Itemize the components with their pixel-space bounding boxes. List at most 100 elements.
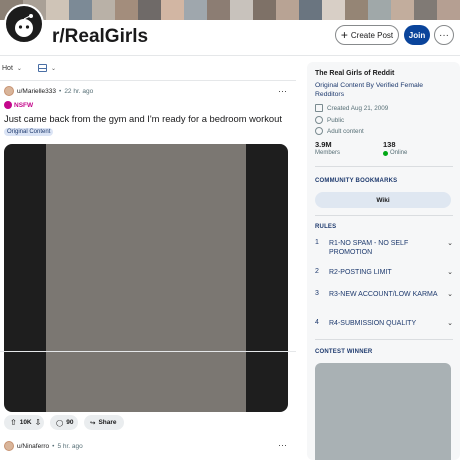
card-view-icon[interactable] <box>37 64 47 72</box>
rule-item[interactable]: 3 R3-NEW ACCOUNT/LOW KARMA ⌄ <box>315 290 453 299</box>
plus-icon: + <box>340 28 348 42</box>
rule-number: 2 <box>315 268 319 275</box>
banner-tile <box>115 0 138 20</box>
content-type-row: Adult content <box>315 127 364 135</box>
sidebar-divider <box>315 215 453 216</box>
nsfw-label: NSFW <box>14 101 34 109</box>
banner-tile <box>230 0 253 20</box>
comment-icon: ◯ <box>56 419 64 427</box>
banner-tile <box>322 0 345 20</box>
comment-count: 90 <box>66 419 74 426</box>
cake-icon <box>315 104 323 112</box>
chevron-down-icon[interactable]: ⌄ <box>443 239 453 247</box>
rule-item[interactable]: 2 R2-POSTING LIMIT ⌄ <box>315 268 453 277</box>
chevron-down-icon[interactable]: ⌄ <box>51 65 56 72</box>
rule-text: R2-POSTING LIMIT <box>329 269 392 276</box>
post-divider <box>0 351 296 352</box>
feed-divider <box>0 80 296 81</box>
rule-number: 1 <box>315 239 319 246</box>
community-description: Original Content By Verified Female Redd… <box>315 82 424 99</box>
adult-content-icon <box>315 127 323 135</box>
post-media[interactable] <box>4 144 288 412</box>
rules-heading: RULES <box>315 224 337 230</box>
banner-tile <box>46 0 69 20</box>
share-icon: ↪ <box>90 419 96 427</box>
post-time: 22 hr. ago <box>64 87 94 95</box>
post-meta: u/Marielle333 • 22 hr. ago <box>4 86 93 96</box>
vote-control: ⇧ 10K ⇩ <box>4 415 44 430</box>
reddit-snoo-icon <box>15 14 33 37</box>
join-button[interactable]: Join <box>404 25 430 45</box>
subreddit-title: r/RealGirls <box>52 26 149 47</box>
comments-button[interactable]: ◯ 90 <box>50 415 78 430</box>
post-more-button[interactable]: ··· <box>278 86 287 96</box>
subreddit-banner <box>0 0 460 20</box>
contest-heading: CONTEST WINNER <box>315 349 373 355</box>
subreddit-avatar[interactable] <box>4 4 44 44</box>
banner-tile <box>299 0 322 20</box>
online-label: Online <box>390 150 408 156</box>
sidebar-divider <box>315 339 453 340</box>
post-image <box>46 144 246 412</box>
post-more-button[interactable]: ··· <box>278 440 287 450</box>
chevron-down-icon[interactable]: ⌄ <box>443 268 453 276</box>
downvote-icon[interactable]: ⇩ <box>35 418 42 427</box>
sidebar-divider <box>315 166 453 167</box>
sort-bar: Hot ⌄ ⌄ <box>2 64 56 72</box>
share-button[interactable]: ↪ Share <box>84 415 124 430</box>
banner-tile <box>437 0 460 20</box>
banner-tile <box>414 0 437 20</box>
content-type-label: Adult content <box>327 127 364 135</box>
next-post-meta: u/Ninaferro • 5 hr. ago <box>4 441 83 451</box>
nsfw-icon <box>4 101 12 109</box>
post-time: 5 hr. ago <box>57 442 83 450</box>
create-post-label: Create Post <box>350 30 394 40</box>
visibility-row: Public <box>315 116 344 124</box>
online-dot-icon <box>383 150 388 156</box>
meta-dot: • <box>59 87 62 95</box>
user-avatar[interactable] <box>4 86 14 96</box>
banner-tile <box>276 0 299 20</box>
post-flair[interactable]: Original Content <box>4 128 54 136</box>
contest-winner-image[interactable] <box>315 363 451 460</box>
banner-tile <box>92 0 115 20</box>
chevron-down-icon[interactable]: ⌄ <box>443 319 453 327</box>
banner-tile <box>138 0 161 20</box>
vote-count: 10K <box>19 419 32 426</box>
members-label: Members <box>315 150 341 156</box>
user-avatar[interactable] <box>4 441 14 451</box>
online-count: 138 <box>383 140 396 149</box>
banner-tile <box>391 0 414 20</box>
post-author[interactable]: u/Ninaferro <box>17 443 49 450</box>
rule-item[interactable]: 4 R4-SUBMISSION QUALITY ⌄ <box>315 319 453 328</box>
subreddit-more-button[interactable]: ··· <box>434 25 454 45</box>
meta-dot: • <box>52 442 55 450</box>
banner-tile <box>207 0 230 20</box>
sort-dropdown-label[interactable]: Hot <box>2 65 13 72</box>
share-label: Share <box>98 419 117 426</box>
created-row: Created Aug 21, 2009 <box>315 104 388 112</box>
chevron-down-icon[interactable]: ⌄ <box>17 65 22 72</box>
rule-text: R3-NEW ACCOUNT/LOW KARMA <box>329 291 438 298</box>
banner-tile <box>161 0 184 20</box>
globe-icon <box>315 116 323 124</box>
header-divider <box>0 55 460 56</box>
post-author[interactable]: u/Marielle333 <box>17 88 56 95</box>
wiki-button[interactable]: Wiki <box>315 192 451 208</box>
upvote-icon[interactable]: ⇧ <box>10 418 17 427</box>
online-indicator: Online <box>383 150 407 156</box>
members-count: 3.9M <box>315 140 332 149</box>
rule-item[interactable]: 1 R1-NO SPAM - NO SELF PROMOTION ⌄ <box>315 239 453 257</box>
created-date: Created Aug 21, 2009 <box>327 104 389 112</box>
community-sidebar: The Real Girls of Reddit Original Conten… <box>307 62 460 460</box>
banner-tile <box>368 0 391 20</box>
chevron-down-icon[interactable]: ⌄ <box>443 290 453 298</box>
banner-tile <box>69 0 92 20</box>
post-title[interactable]: Just came back from the gym and I'm read… <box>4 113 282 124</box>
bookmarks-heading: COMMUNITY BOOKMARKS <box>315 178 398 184</box>
create-post-button[interactable]: + Create Post <box>335 25 399 45</box>
nsfw-tag: NSFW <box>4 101 33 109</box>
community-title: The Real Girls of Reddit <box>315 70 395 77</box>
rule-text: R4-SUBMISSION QUALITY <box>329 320 417 327</box>
banner-tile <box>184 0 207 20</box>
